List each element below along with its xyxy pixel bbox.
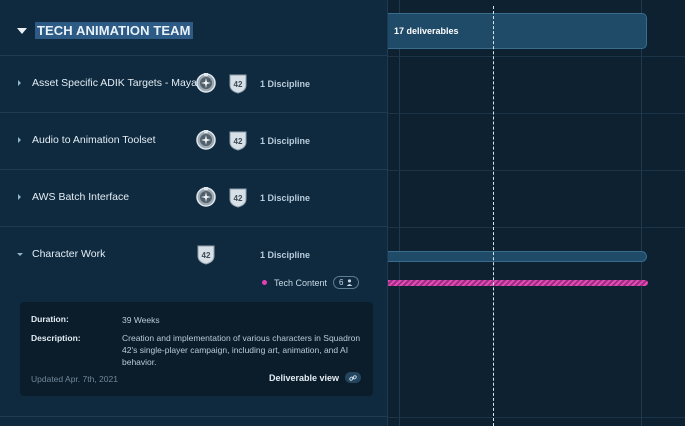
deliverable-details-card: Duration: 39 Weeks Description: Creation… (20, 302, 373, 396)
chevron-right-icon[interactable] (18, 194, 21, 200)
duration-value: 39 Weeks (122, 315, 160, 325)
badge-42-text: 42 (234, 80, 243, 89)
deliverable-view-label: Deliverable view (268, 372, 339, 383)
deliverable-row[interactable]: Asset Specific ADIK Targets - Maya 42 1 … (0, 56, 388, 113)
team-title: TECH ANIMATION TEAM (35, 22, 193, 39)
compass-badge-icon (195, 186, 217, 208)
timeline-row-divider (388, 170, 685, 171)
deliverable-name: AWS Batch Interface (32, 191, 130, 203)
deliverable-row[interactable]: Audio to Animation Toolset 42 1 Discipli… (0, 113, 388, 170)
character-work-bar[interactable] (388, 251, 647, 262)
compass-badge-icon (195, 129, 217, 151)
squadron-42-badge-icon: 42 (227, 72, 249, 94)
tech-content-schedule-bar[interactable] (388, 280, 648, 286)
deliverable-row[interactable]: AWS Batch Interface 42 1 Discipline (0, 170, 388, 227)
chevron-down-icon[interactable] (17, 253, 23, 256)
deliverables-count: 17 deliverables (394, 26, 459, 36)
discipline-count: 1 Discipline (260, 193, 311, 203)
updated-date: Updated Apr. 7th, 2021 (31, 374, 118, 384)
collapse-caret-icon[interactable] (17, 27, 27, 34)
project-badges: 42 (195, 129, 249, 151)
discipline-count: 1 Discipline (260, 250, 311, 260)
timeline-panel: 17 deliverables (388, 0, 685, 426)
chevron-right-icon[interactable] (18, 80, 21, 86)
badge-42-text: 42 (234, 194, 243, 203)
chevron-right-icon[interactable] (18, 137, 21, 143)
deliverables-list-panel: TECH ANIMATION TEAM Asset Specific ADIK … (0, 0, 388, 426)
squadron-42-badge-icon: 42 (227, 186, 249, 208)
timeline-row-divider (388, 227, 685, 228)
person-icon (346, 279, 352, 286)
timeline-row-divider (388, 113, 685, 114)
compass-badge-icon (195, 72, 217, 94)
timeline-gridline (641, 0, 642, 426)
discipline-color-dot (262, 280, 267, 285)
today-marker (493, 6, 494, 426)
team-summary-bar[interactable]: 17 deliverables (388, 13, 647, 49)
description-label: Description: (31, 333, 81, 343)
discipline-count: 1 Discipline (260, 79, 311, 89)
deliverable-name: Character Work (32, 248, 106, 260)
badge-42-text: 42 (202, 251, 211, 260)
description-value: Creation and implementation of various c… (122, 333, 361, 367)
timeline-row-divider (388, 417, 685, 418)
deliverable-name: Asset Specific ADIK Targets - Maya (32, 77, 197, 89)
team-header[interactable]: TECH ANIMATION TEAM (0, 6, 388, 56)
team-size-pill: 6 (333, 276, 359, 289)
deliverable-name: Audio to Animation Toolset (32, 134, 156, 146)
team-size-count: 6 (339, 278, 344, 287)
project-badges: 42 (195, 186, 249, 208)
badge-42-text: 42 (234, 137, 243, 146)
project-badges: 42 (195, 72, 249, 94)
discipline-tag[interactable]: Tech Content 6 (262, 276, 359, 289)
squadron-42-badge-icon: 42 (227, 129, 249, 151)
timeline-row-divider (388, 56, 685, 57)
timeline-gridline (399, 0, 400, 426)
project-badges: 42 (195, 243, 217, 265)
discipline-label: Tech Content (274, 277, 328, 288)
duration-label: Duration: (31, 314, 69, 324)
deliverable-view-link[interactable]: Deliverable view (269, 372, 361, 383)
discipline-count: 1 Discipline (260, 136, 311, 146)
link-icon[interactable] (345, 372, 361, 383)
squadron-42-badge-icon: 42 (195, 243, 217, 265)
